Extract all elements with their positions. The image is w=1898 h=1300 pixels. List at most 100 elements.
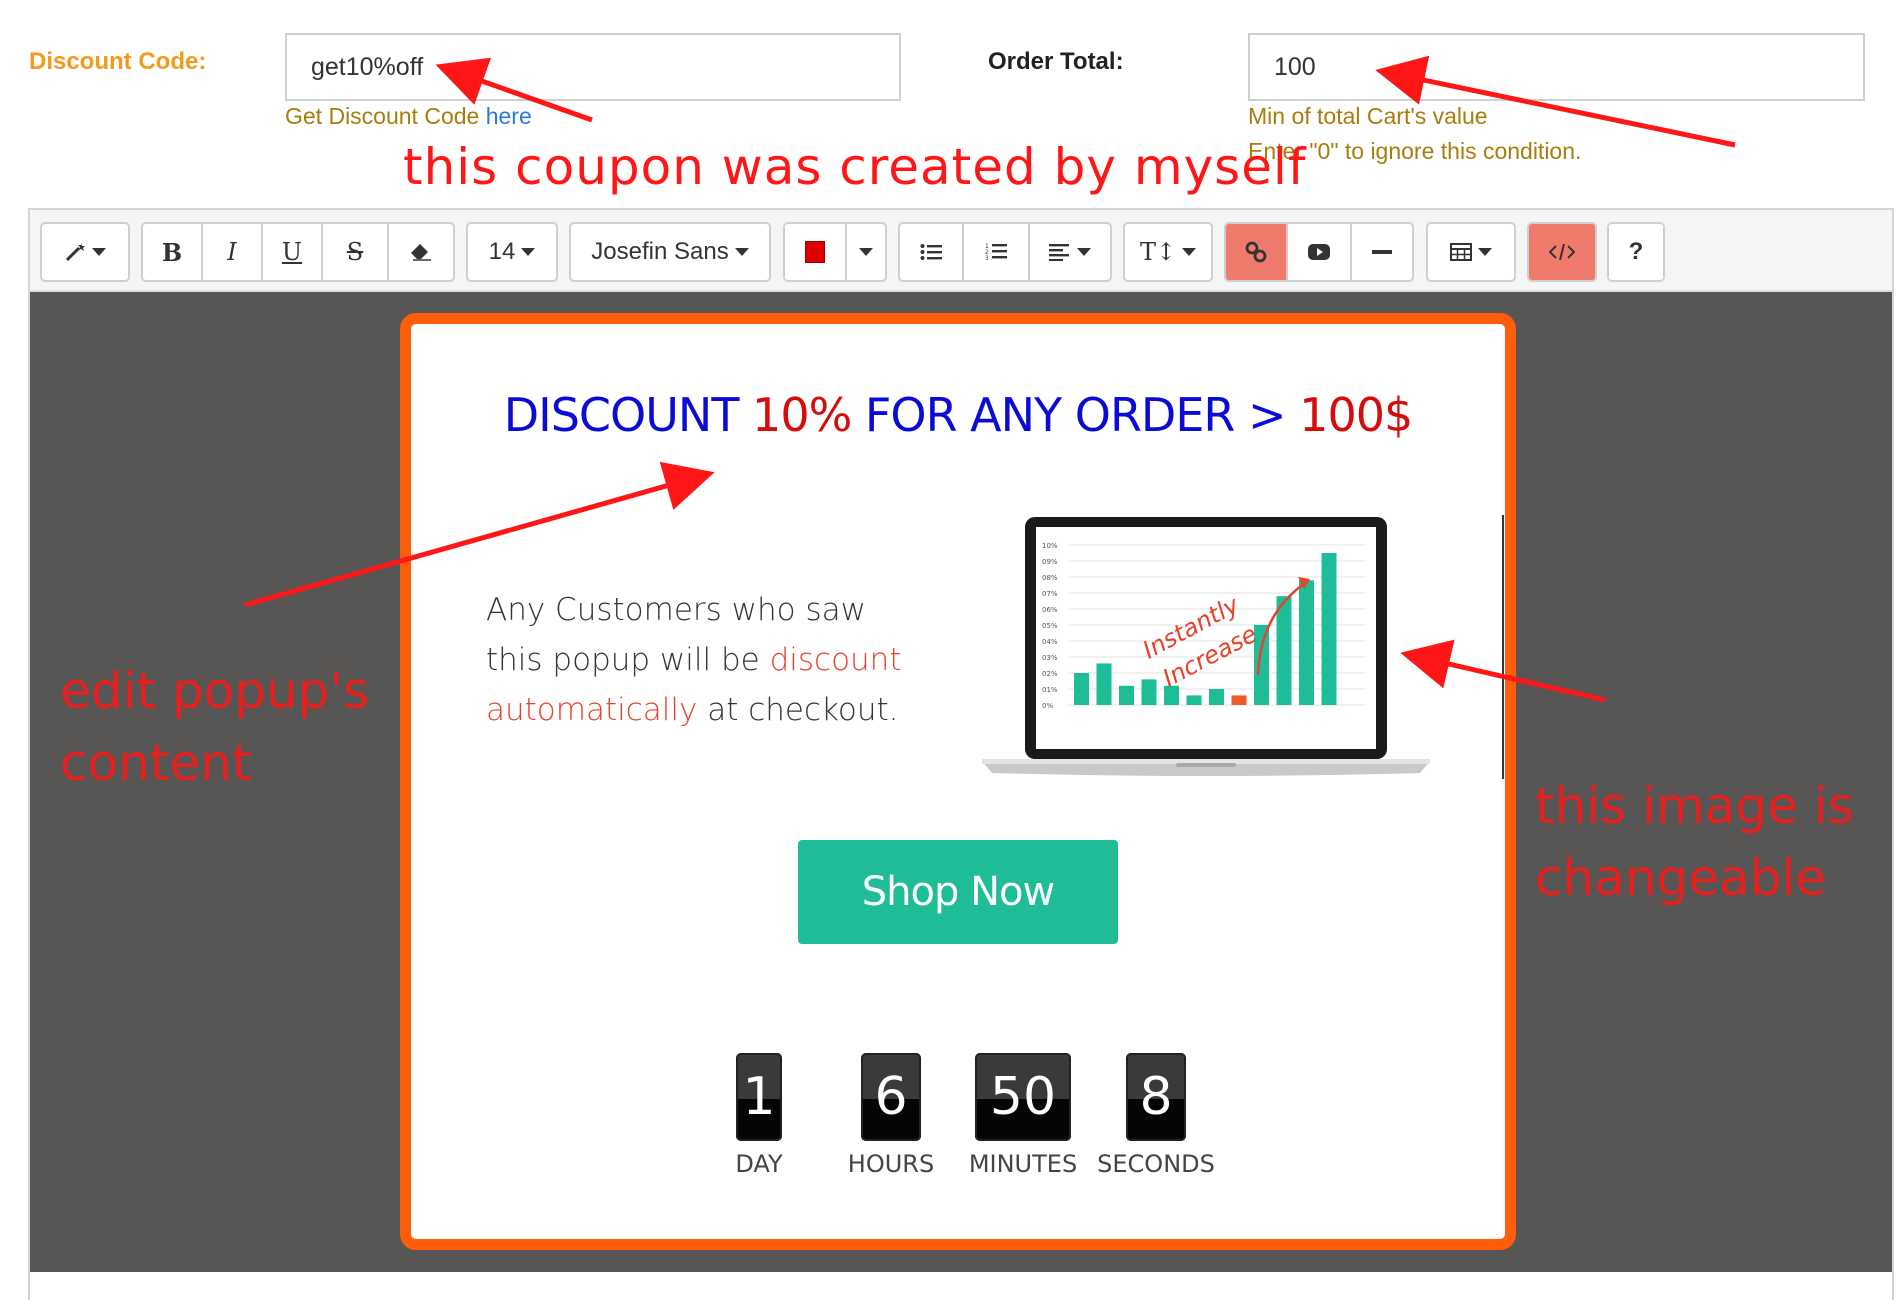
horizontal-rule-button[interactable] <box>1352 224 1412 280</box>
annotation-line: edit popup's <box>60 662 370 720</box>
chart-tick-label: 04% <box>1042 638 1058 646</box>
chart-tick-label: 08% <box>1042 574 1058 582</box>
strikethrough-button[interactable]: S <box>323 224 389 280</box>
style-group <box>40 222 130 282</box>
font-style-group: B I U S <box>141 222 455 282</box>
unordered-list-button[interactable] <box>900 224 964 280</box>
discount-code-label: Discount Code: <box>29 48 207 75</box>
chart-tick-label: 06% <box>1042 606 1058 614</box>
chart-bar <box>1141 679 1157 705</box>
help-button[interactable]: ? <box>1609 224 1663 280</box>
annotation-line: this image is <box>1535 777 1854 835</box>
horizontal-rule-icon <box>1372 250 1392 254</box>
text-color-button[interactable] <box>785 224 847 280</box>
get-discount-code-link[interactable]: here <box>486 103 532 129</box>
line-height-label: T↕ <box>1139 238 1177 266</box>
magic-wand-icon <box>65 243 85 262</box>
help-group: ? <box>1607 222 1665 282</box>
order-total-help-1: Min of total Cart's value <box>1248 103 1488 129</box>
table-dropdown[interactable] <box>1428 224 1514 280</box>
annotation-line: changeable <box>1535 849 1827 907</box>
style-dropdown[interactable] <box>42 224 128 280</box>
line-height-dropdown[interactable]: T↕ <box>1125 224 1211 280</box>
underline-button[interactable]: U <box>263 224 323 280</box>
headline-part: FOR ANY ORDER > <box>851 388 1300 442</box>
annotation-image-changeable: this image is changeable <box>1535 770 1854 914</box>
chart-tick-label: 07% <box>1042 590 1058 598</box>
countdown-minutes-label: MINUTES <box>968 1150 1078 1178</box>
font-size-dropdown[interactable]: 14 <box>468 224 556 280</box>
italic-button[interactable]: I <box>203 224 263 280</box>
ordered-list-button[interactable]: 123 <box>964 224 1030 280</box>
popup-body-text[interactable]: Any Customers who saw this popup will be… <box>486 585 926 735</box>
countdown-seconds-label: SECONDS <box>1097 1150 1215 1178</box>
chart-tick-label: 05% <box>1042 622 1058 630</box>
discount-code-help: Get Discount Code here <box>285 103 532 130</box>
color-swatch-icon <box>805 241 825 263</box>
paragraph-group: 123 <box>898 222 1112 282</box>
body-text: at checkout. <box>697 692 899 728</box>
align-left-icon <box>1049 244 1069 261</box>
laptop-chart-image[interactable]: 10%09%08%07%06%05%04%03%02%01%0% Instant… <box>980 515 1432 777</box>
countdown-day-label: DAY <box>735 1150 783 1178</box>
code-group <box>1527 222 1597 282</box>
annotation-line: content <box>60 734 252 792</box>
line-height-group: T↕ <box>1123 222 1213 282</box>
font-name-value: Josefin Sans <box>591 238 729 265</box>
chart-tick-label: 10% <box>1042 542 1058 550</box>
body-highlight: discount <box>769 642 902 678</box>
chart-tick-label: 0% <box>1042 702 1053 710</box>
ordered-list-icon: 123 <box>985 243 1007 262</box>
code-view-button[interactable] <box>1529 224 1595 280</box>
chart-bar <box>1119 685 1134 705</box>
table-group <box>1426 222 1516 282</box>
countdown-day-value: 1 <box>736 1053 782 1141</box>
annotation-coupon-note: this coupon was created by myself <box>403 138 1307 196</box>
headline-part: DISCOUNT <box>503 388 753 442</box>
countdown-seconds-value: 8 <box>1126 1053 1186 1141</box>
chart-bar <box>1276 596 1292 705</box>
order-total-label: Order Total: <box>988 48 1124 75</box>
video-icon <box>1308 244 1330 260</box>
clear-format-button[interactable] <box>389 224 453 280</box>
color-group <box>783 222 887 282</box>
font-name-dropdown[interactable]: Josefin Sans <box>571 224 769 280</box>
chart-bar <box>1299 580 1314 705</box>
table-icon <box>1450 243 1472 261</box>
chart-bar <box>1096 663 1112 705</box>
page: Discount Code: get10%off Get Discount Co… <box>0 0 1898 1300</box>
headline-amount: 100$ <box>1299 388 1413 442</box>
font-size-group: 14 <box>466 222 558 282</box>
chart-bar <box>1186 695 1202 705</box>
popup-headline[interactable]: DISCOUNT 10% FOR ANY ORDER > 100$ <box>400 388 1516 442</box>
color-dropdown[interactable] <box>847 224 885 280</box>
body-highlight: automatically <box>486 692 698 728</box>
countdown-hours-value: 6 <box>861 1053 921 1141</box>
align-dropdown[interactable] <box>1030 224 1110 280</box>
headline-percent: 10% <box>752 388 852 442</box>
countdown-minutes-value: 50 <box>975 1053 1071 1141</box>
chart-bar <box>1209 689 1224 705</box>
chart-tick-label: 09% <box>1042 558 1058 566</box>
link-button[interactable] <box>1226 224 1288 280</box>
svg-text:3: 3 <box>985 255 989 262</box>
chart-tick-label: 03% <box>1042 654 1058 662</box>
font-size-value: 14 <box>488 238 516 265</box>
link-icon <box>1245 241 1267 263</box>
chart-bar <box>1231 695 1247 705</box>
video-button[interactable] <box>1288 224 1352 280</box>
popup-preview[interactable] <box>400 313 1516 1250</box>
resize-handle[interactable] <box>1502 515 1504 779</box>
countdown-hours-label: HOURS <box>847 1150 935 1178</box>
font-name-group: Josefin Sans <box>569 222 771 282</box>
code-view-icon <box>1549 243 1575 261</box>
annotation-edit-content: edit popup's content <box>60 655 369 799</box>
chart-bar <box>1074 673 1089 705</box>
order-total-input[interactable]: 100 <box>1248 33 1865 101</box>
shop-now-button[interactable]: Shop Now <box>798 840 1118 944</box>
discount-code-input[interactable]: get10%off <box>285 33 901 101</box>
chart-tick-label: 01% <box>1042 686 1058 694</box>
chart-bar <box>1321 553 1337 705</box>
bold-button[interactable]: B <box>143 224 203 280</box>
unordered-list-icon <box>920 244 942 260</box>
